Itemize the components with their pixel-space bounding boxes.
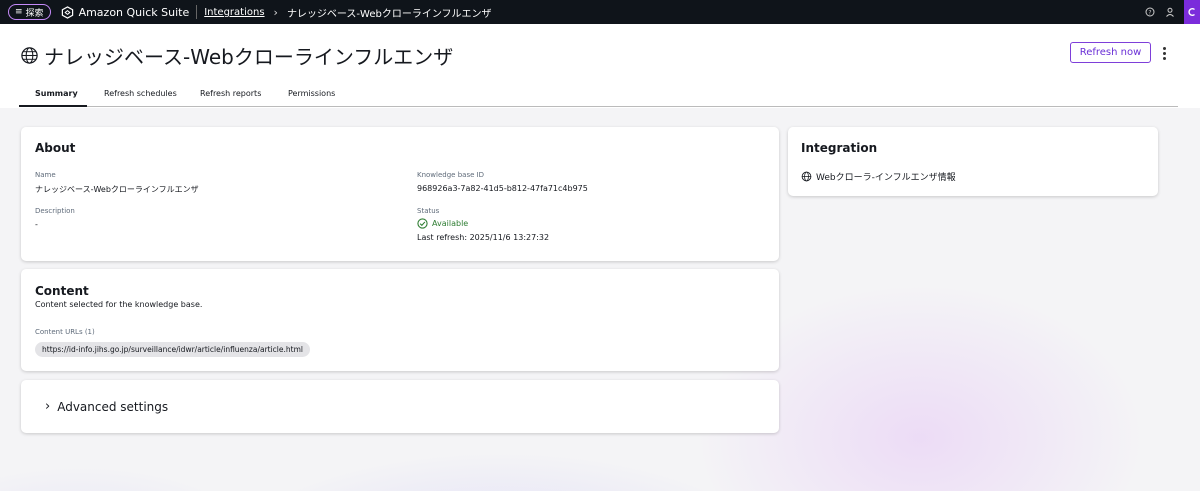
integration-card: Integration Webクローラ-インフルエンザ情報 xyxy=(788,127,1158,196)
integration-item[interactable]: Webクローラ-インフルエンザ情報 xyxy=(801,170,956,183)
breadcrumb-integrations-link[interactable]: Integrations xyxy=(204,7,264,18)
help-icon[interactable]: ? xyxy=(1140,0,1160,24)
globe-icon xyxy=(801,171,812,182)
explore-menu-label: 探索 xyxy=(25,8,44,19)
status-label: Status xyxy=(417,207,440,215)
description-label: Description xyxy=(35,207,75,215)
integration-item-label: Webクローラ-インフルエンザ情報 xyxy=(816,173,956,183)
content-card: Content Content selected for the knowled… xyxy=(21,269,779,371)
content-urls-label: Content URLs (1) xyxy=(35,328,95,336)
assistant-icon[interactable] xyxy=(1184,0,1200,24)
integration-title: Integration xyxy=(801,141,878,155)
status-badge: Available xyxy=(417,218,468,229)
breadcrumb-current: ナレッジベース-Webクローラインフルエンザ xyxy=(286,8,492,20)
check-circle-icon xyxy=(417,218,428,229)
kb-id-value: 968926a3-7a82-41d5-b812-47fa71c4b975 xyxy=(417,184,588,193)
hamburger-icon: ≡ xyxy=(15,7,23,17)
page-title-text: ナレッジベース-Webクローラインフルエンザ xyxy=(44,45,454,69)
svg-text:?: ? xyxy=(1148,9,1151,16)
page-title: ナレッジベース-Webクローラインフルエンザ xyxy=(20,41,453,70)
tabs-divider xyxy=(20,106,1178,107)
description-value: - xyxy=(35,220,38,229)
app-name: Amazon Quick Suite xyxy=(78,5,190,19)
about-title: About xyxy=(35,141,76,155)
divider xyxy=(196,5,198,19)
globe-icon xyxy=(21,47,38,64)
active-tab-indicator xyxy=(19,105,87,107)
app-brand[interactable]: Amazon Quick Suite xyxy=(61,5,190,19)
advanced-settings-toggle[interactable]: › Advanced settings xyxy=(45,399,168,414)
chevron-right-icon: › xyxy=(45,399,51,414)
content-title: Content xyxy=(35,284,89,298)
content-subtitle: Content selected for the knowledge base. xyxy=(35,300,203,309)
advanced-settings-label: Advanced settings xyxy=(57,399,169,414)
advanced-settings-card: › Advanced settings xyxy=(21,380,779,433)
kb-id-label: Knowledge base ID xyxy=(417,171,485,179)
chevron-right-icon: › xyxy=(273,5,278,19)
page-header: ナレッジベース-Webクローラインフルエンザ Refresh now Summa… xyxy=(0,24,1200,108)
name-label: Name xyxy=(35,171,56,179)
explore-menu-button[interactable]: ≡ 探索 xyxy=(8,4,51,20)
name-value: ナレッジベース-Webクローラインフルエンザ xyxy=(35,185,199,194)
user-icon[interactable] xyxy=(1160,0,1180,24)
status-value: Available xyxy=(432,219,469,228)
top-navigation-bar: ≡ 探索 Amazon Quick Suite Integrations › ナ… xyxy=(0,0,1200,24)
topbar-actions: ? xyxy=(1140,0,1200,24)
more-options-icon[interactable] xyxy=(1158,42,1170,64)
content-url-chip[interactable]: https://id-info.jihs.go.jp/surveillance/… xyxy=(35,342,310,357)
quick-suite-logo-icon xyxy=(61,5,73,19)
last-refresh: Last refresh: 2025/11/6 13:27:32 xyxy=(417,233,550,242)
refresh-now-button[interactable]: Refresh now xyxy=(1070,42,1151,63)
about-card: About Name ナレッジベース-Webクローラインフルエンザ Descri… xyxy=(21,127,779,261)
